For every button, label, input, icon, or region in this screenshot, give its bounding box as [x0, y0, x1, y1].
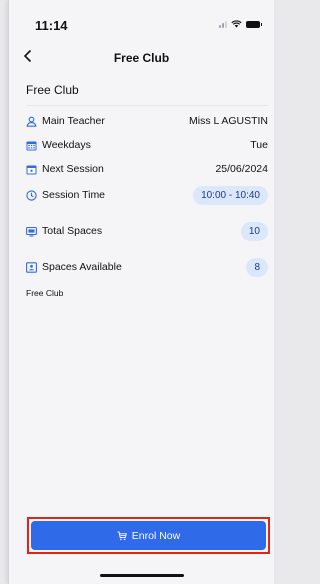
total-spaces-badge: 10	[240, 221, 268, 241]
calendar-grid-icon	[26, 140, 37, 151]
club-description: Free Club	[26, 288, 64, 298]
detail-value: 25/06/2024	[215, 163, 268, 175]
enrol-now-label: Enrol Now	[131, 529, 181, 542]
signal-icon	[219, 20, 227, 28]
detail-row-total-spaces: Total Spaces 10	[26, 220, 268, 242]
club-title: Free Club	[26, 78, 268, 106]
detail-row-weekdays: Weekdays Tue	[26, 136, 268, 154]
home-indicator	[100, 574, 184, 577]
id-card-icon	[26, 261, 37, 273]
spaces-available-badge: 8	[246, 257, 268, 277]
enrol-highlight: Enrol Now	[27, 517, 270, 554]
detail-label: Main Teacher	[42, 115, 105, 127]
clock-icon	[26, 189, 37, 201]
calendar-day-icon	[26, 164, 37, 175]
detail-value: Tue	[250, 139, 268, 151]
status-bar: 11:14	[9, 0, 274, 44]
detail-row-main-teacher: Main Teacher Miss L AGUSTIN	[26, 112, 268, 130]
enrol-now-button[interactable]: Enrol Now	[31, 521, 266, 550]
detail-label: Total Spaces	[42, 225, 103, 237]
user-icon	[26, 116, 37, 127]
club-details: Free Club Main Teacher Miss L AGUSTIN We…	[26, 78, 268, 298]
phone-screen: 11:14 Free Club Free Club Main Teacher M…	[8, 0, 274, 584]
monitor-icon	[26, 226, 37, 237]
page-title: Free Club	[113, 51, 170, 65]
detail-row-session-time: Session Time 10:00 - 10:40	[26, 184, 268, 206]
status-icons	[219, 20, 262, 28]
detail-row-next-session: Next Session 25/06/2024	[26, 160, 268, 178]
cart-icon	[117, 531, 127, 540]
status-time: 11:14	[35, 18, 68, 33]
detail-label: Weekdays	[42, 139, 91, 151]
battery-icon	[246, 20, 262, 28]
detail-label: Next Session	[42, 163, 104, 175]
detail-value: Miss L AGUSTIN	[189, 115, 268, 127]
detail-label: Spaces Available	[42, 261, 122, 273]
nav-bar: Free Club	[9, 44, 274, 72]
session-time-badge: 10:00 - 10:40	[193, 185, 268, 205]
detail-row-spaces-available: Spaces Available 8	[26, 256, 268, 278]
wifi-icon	[231, 20, 242, 28]
detail-label: Session Time	[42, 189, 106, 201]
